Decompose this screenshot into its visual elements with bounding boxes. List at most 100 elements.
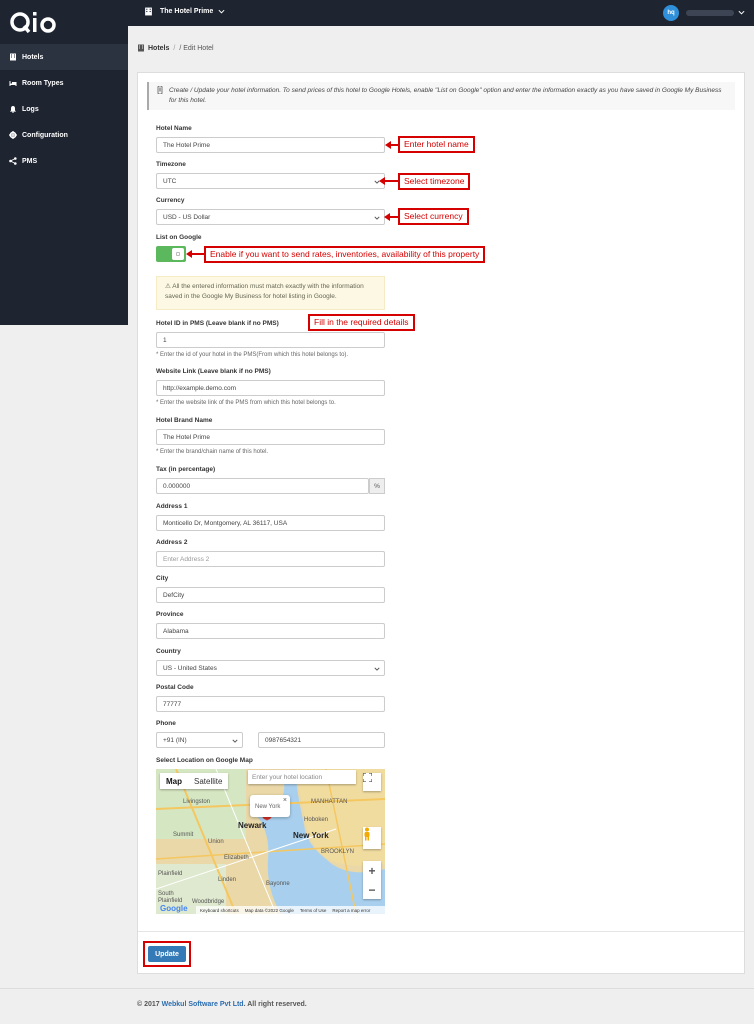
map-report-link[interactable]: Report a map error: [332, 908, 370, 913]
share-icon: [9, 157, 17, 165]
brand-label: Hotel Brand Name: [156, 417, 213, 424]
site-footer: © 2017 Webkul Software Pvt Ltd. All righ…: [0, 988, 754, 1024]
annotation-google: Enable if you want to send rates, invent…: [204, 246, 486, 263]
address2-input[interactable]: Enter Address 2: [156, 551, 385, 567]
google-map[interactable]: Livingston Newark New York Union Summit …: [156, 769, 385, 914]
zoom-out-button[interactable]: −: [363, 880, 381, 899]
map-place-label: New York: [293, 831, 329, 840]
sidebar-item-logs[interactable]: Logs: [0, 96, 128, 122]
avatar[interactable]: hq: [663, 5, 679, 21]
toggle-knob: [172, 248, 184, 260]
map-place-label: Linden: [218, 877, 237, 883]
hotel-name-input[interactable]: The Hotel Prime: [156, 137, 385, 153]
annotation-arrow: [384, 213, 398, 221]
sidebar-item-configuration[interactable]: Configuration: [0, 122, 128, 148]
copyright-year: © 2017: [137, 1001, 160, 1008]
edit-hotel-panel: Create / Update your hotel information. …: [137, 72, 745, 974]
breadcrumb-separator: /: [173, 44, 176, 52]
building-icon: [137, 44, 145, 52]
phone-code-value: +91 (IN): [163, 736, 187, 744]
update-button[interactable]: Update: [148, 946, 186, 962]
sidebar-item-label: PMS: [22, 157, 38, 165]
copyright: © 2017 Webkul Software Pvt Ltd. All righ…: [137, 1001, 307, 1008]
map-label: Select Location on Google Map: [156, 757, 253, 764]
timezone-value: UTC: [163, 177, 177, 185]
map-keyboard-shortcuts[interactable]: Keyboard shortcuts: [200, 908, 239, 913]
phone-input[interactable]: 0987654321: [258, 732, 385, 748]
map-tab-map[interactable]: Map: [160, 773, 188, 789]
postal-label: Postal Code: [156, 684, 194, 691]
hotel-name-label: Hotel Name: [156, 125, 192, 132]
sidebar-item-hotels[interactable]: Hotels: [0, 44, 128, 70]
sidebar: Hotels Room Types Logs Configuration PMS: [0, 0, 128, 325]
pegman-icon[interactable]: [363, 827, 381, 849]
brand-hint: * Enter the brand/chain name of this hot…: [156, 449, 269, 455]
map-tab-satellite[interactable]: Satellite: [188, 773, 228, 789]
province-input[interactable]: Alabama: [156, 623, 385, 639]
chevron-down-icon: [218, 8, 225, 15]
map-place-label: Livingston: [183, 799, 211, 805]
map-info-popup: × New York: [250, 795, 290, 817]
map-zoom-controls: + −: [363, 861, 381, 899]
sidebar-item-label: Logs: [22, 105, 39, 113]
tax-percent-addon: %: [369, 478, 385, 494]
map-search-input[interactable]: Enter your hotel location: [248, 770, 356, 784]
map-type-tabs: Map Satellite: [160, 773, 229, 789]
topbar: The Hotel Prime hq: [128, 0, 754, 26]
map-place-label: Bayonne: [266, 881, 290, 887]
phone-label: Phone: [156, 720, 176, 727]
breadcrumb-current: / Edit Hotel: [179, 44, 214, 52]
user-name-blurred[interactable]: [686, 10, 734, 16]
annotation-arrow: [379, 177, 398, 185]
timezone-label: Timezone: [156, 161, 186, 168]
annotation-arrow: [385, 141, 398, 149]
info-icon: [157, 85, 165, 106]
company-link[interactable]: Webkul Software Pvt Ltd: [162, 1001, 244, 1008]
chevron-down-icon[interactable]: [738, 9, 745, 16]
brand-input[interactable]: The Hotel Prime: [156, 429, 385, 445]
building-icon: [9, 53, 17, 61]
fullscreen-icon[interactable]: [363, 773, 381, 791]
sidebar-item-label: Room Types: [22, 79, 64, 87]
panel-footer: Update: [138, 931, 744, 974]
tax-input[interactable]: 0.000000: [156, 478, 369, 494]
list-on-google-toggle[interactable]: [156, 246, 186, 262]
currency-value: USD - US Dollar: [163, 213, 211, 221]
timezone-select[interactable]: UTC: [156, 173, 385, 189]
map-place-label: MANHATTAN: [311, 799, 348, 805]
city-label: City: [156, 575, 169, 582]
website-input[interactable]: http://example.demo.com: [156, 380, 385, 396]
currency-select[interactable]: USD - US Dollar: [156, 209, 385, 225]
annotation-hotel-name: Enter hotel name: [398, 136, 475, 153]
qlo-logo[interactable]: [10, 8, 70, 36]
country-label: Country: [156, 648, 181, 655]
zoom-in-button[interactable]: +: [363, 861, 381, 880]
google-logo: Google: [160, 904, 188, 913]
map-place-label: Plainfield: [158, 871, 183, 877]
gear-icon: [9, 131, 17, 139]
website-label: Website Link (Leave blank if no PMS): [156, 368, 271, 375]
country-select[interactable]: US - United States: [156, 660, 385, 676]
sidebar-item-label: Configuration: [22, 131, 68, 139]
breadcrumb-hotels[interactable]: Hotels: [137, 44, 169, 52]
annotation-currency: Select currency: [398, 208, 469, 225]
map-terms-link[interactable]: Terms of Use: [300, 908, 327, 913]
google-warning: ⚠ All the entered information must match…: [156, 276, 385, 310]
map-popup-text: New York: [255, 804, 281, 810]
map-place-label: South Plainfield: [158, 891, 183, 904]
city-input[interactable]: DefCity: [156, 587, 385, 603]
pms-id-hint: * Enter the id of your hotel in the PMS(…: [156, 352, 349, 358]
map-place-label: Summit: [173, 832, 194, 838]
phone-code-select[interactable]: +91 (IN): [156, 732, 243, 748]
sidebar-item-room-types[interactable]: Room Types: [0, 70, 128, 96]
info-box: Create / Update your hotel information. …: [147, 82, 735, 110]
address1-input[interactable]: Monticello Dr, Montgomery, AL 36117, USA: [156, 515, 385, 531]
close-icon[interactable]: ×: [283, 797, 287, 804]
map-place-label: Newark: [238, 821, 267, 830]
pms-id-input[interactable]: 1: [156, 332, 385, 348]
map-data-credit: Map data ©2022 Google: [244, 907, 294, 913]
info-text: Create / Update your hotel information. …: [169, 87, 722, 104]
hotel-switcher[interactable]: The Hotel Prime: [144, 7, 225, 16]
sidebar-item-pms[interactable]: PMS: [0, 148, 128, 174]
postal-input[interactable]: 77777: [156, 696, 385, 712]
